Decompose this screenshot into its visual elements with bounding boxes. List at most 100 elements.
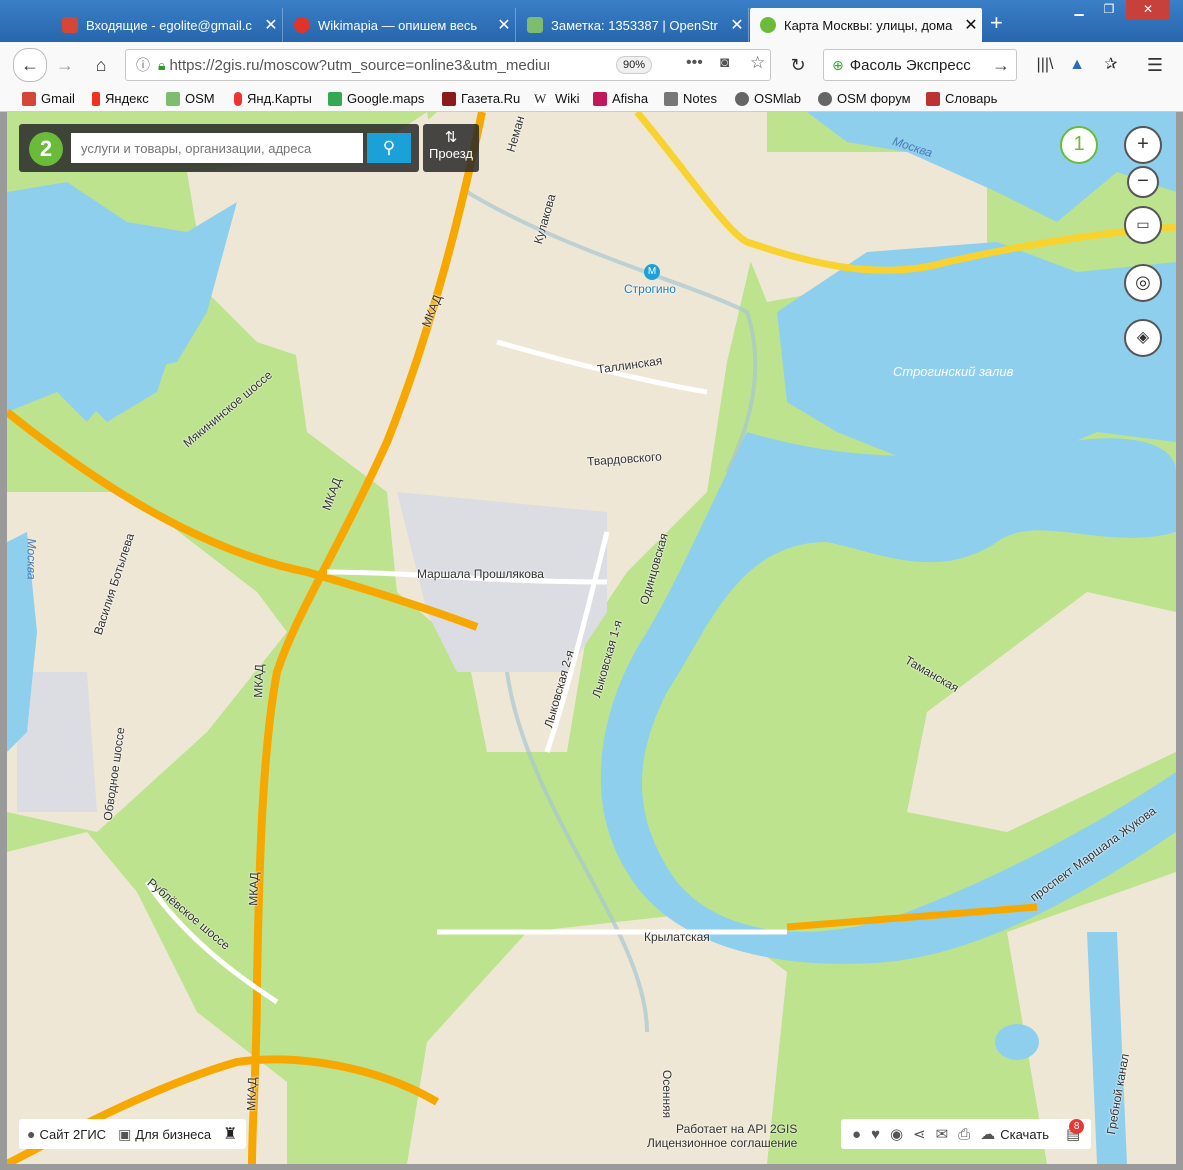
bookmark-yandex[interactable]: Яндекс [92, 91, 149, 106]
label-osennyaya: Осенняя [660, 1069, 675, 1119]
minimize-button[interactable]: ▁ [1064, 0, 1094, 20]
globe-icon [818, 91, 832, 106]
download-icon[interactable]: ☁ [980, 1125, 995, 1143]
2gis-icon [760, 17, 776, 33]
share-star-icon[interactable]: ✰ [1096, 50, 1126, 80]
bookmark-google-maps[interactable]: Google.maps [328, 91, 424, 106]
label-strogino-bay: Строгинский залив [893, 364, 1014, 379]
close-icon[interactable]: ✕ [493, 15, 515, 35]
map-canvas[interactable]: Москва Москва Строгино М Строгинский зал… [7, 112, 1176, 1164]
reload-button[interactable]: ↻ [783, 50, 813, 80]
route-label: Проезд [428, 146, 473, 161]
site-2gis-link[interactable]: ● Сайт 2ГИС [27, 1126, 106, 1142]
maximize-button[interactable]: ❐ [1094, 0, 1124, 20]
bookmark-osm[interactable]: OSM [166, 91, 215, 106]
route-button[interactable]: ⇅ Проезд [423, 124, 479, 172]
business-link[interactable]: ▣ Для бизнеса [118, 1126, 211, 1143]
tab-2gis[interactable]: Карта Москвы: улицы, дома ✕ [750, 8, 982, 42]
briefcase-icon: ▣ [118, 1125, 132, 1142]
notifications-icon[interactable]: ▤ 8 [1066, 1119, 1085, 1143]
info-icon[interactable]: ⓘ [136, 55, 150, 75]
map-search-panel: 2 ⚲ [19, 124, 419, 172]
search-engine-icon: ⊕ [832, 56, 844, 73]
gmail-icon [62, 17, 78, 33]
close-icon[interactable]: ✕ [726, 15, 748, 35]
tab-wikimapia[interactable]: Wikimapia — опишем весь ✕ [284, 8, 516, 42]
bookmark-wiki[interactable]: W Wiki [534, 91, 580, 106]
search-value[interactable]: Фасоль Экспресс [850, 57, 971, 74]
label-mkad-4: МКАД [246, 872, 262, 906]
star-icon[interactable]: ☆ [750, 53, 765, 73]
search-icon[interactable]: ⚲ [367, 133, 411, 163]
share-icon[interactable]: ⋖ [913, 1125, 926, 1143]
gmail-icon [22, 91, 36, 106]
bookmark-notes[interactable]: Notes [664, 91, 717, 106]
kremlin-icon[interactable]: ♜ [223, 1124, 237, 1144]
menu-icon[interactable]: ☰ [1140, 50, 1170, 80]
bookmark-yandex-maps[interactable]: Янд.Карты [234, 91, 312, 106]
osm-icon [166, 91, 180, 106]
home-button[interactable]: ⌂ [86, 50, 116, 80]
route-icon: ⇅ [444, 129, 458, 146]
bookmark-afisha[interactable]: Afisha [593, 91, 648, 106]
label-metro-strogino[interactable]: Строгино [624, 282, 676, 296]
tab-title: Карта Москвы: улицы, дома [784, 17, 953, 33]
bookmark-osmlab[interactable]: OSMlab [735, 91, 801, 106]
more-icon[interactable]: ••• [686, 54, 703, 72]
2gis-logo[interactable]: 2 [29, 132, 63, 166]
bookmark-dictionary[interactable]: Словарь [926, 91, 997, 106]
user-icon[interactable]: ● [852, 1126, 861, 1143]
credit: Работает на API 2GIS Лицензионное соглаш… [647, 1122, 797, 1150]
mail-icon[interactable]: ✉ [936, 1125, 949, 1143]
locate-icon[interactable]: ◎ [1124, 264, 1162, 302]
extension-icon[interactable]: ▲ [1062, 50, 1092, 80]
search-go-icon[interactable]: → [992, 55, 1010, 76]
window-close-button[interactable]: ✕ [1126, 0, 1170, 20]
search-bar[interactable]: ⊕ Фасоль Экспресс → [823, 49, 1017, 81]
label-mkad-5: МКАД [244, 1077, 260, 1111]
bookmark-gmail[interactable]: Gmail [22, 91, 75, 106]
license-link[interactable]: Лицензионное соглашение [647, 1136, 797, 1150]
bookmark-osm-forum[interactable]: OSM форум [818, 91, 911, 106]
zoom-out-button[interactable]: − [1127, 166, 1159, 198]
back-button[interactable]: ← [13, 48, 47, 82]
bookmark-label: OSM форум [837, 91, 911, 106]
zoom-in-button[interactable]: + [1124, 126, 1162, 164]
pin-icon [234, 91, 242, 106]
download-label[interactable]: Скачать [1000, 1127, 1049, 1142]
url-text[interactable]: https://2gis.ru/moscow?utm_source=online… [169, 57, 549, 74]
bookmark-gazeta[interactable]: Газета.Ru [442, 91, 520, 106]
bookmark-label: OSMlab [754, 91, 801, 106]
close-icon[interactable]: ✕ [260, 15, 282, 35]
bookmark-label: Afisha [612, 91, 649, 106]
notification-badge: 8 [1069, 1119, 1085, 1134]
tab-bar: Входящие - egolite@gmail.c ✕ Wikimapia —… [0, 0, 1183, 42]
tab-osm-note[interactable]: Заметка: 1353387 | OpenStr ✕ [517, 8, 749, 42]
business-label: Для бизнеса [135, 1126, 212, 1142]
print-icon[interactable]: ⎙ [958, 1126, 970, 1143]
bottom-left-bar: ● Сайт 2ГИС ▣ Для бизнеса ♜ [19, 1119, 246, 1149]
floor-button[interactable]: 1 [1060, 126, 1098, 164]
bottom-right-bar: ● ♥ ◉ ⋖ ✉ ⎙ ☁ Скачать ▤ 8 [841, 1119, 1092, 1149]
ruler-icon[interactable]: ▭ [1124, 206, 1162, 244]
heart-icon[interactable]: ♥ [871, 1126, 880, 1143]
pocket-icon[interactable]: ◙ [720, 54, 729, 71]
api-credit[interactable]: Работает на API 2GIS [647, 1122, 797, 1136]
bookmark-label: OSM [185, 91, 215, 106]
tab-title: Wikimapia — опишем весь [318, 17, 478, 33]
tab-gmail[interactable]: Входящие - egolite@gmail.c ✕ [52, 8, 283, 42]
water-strogino-bay [777, 242, 1176, 472]
close-icon[interactable]: ✕ [960, 15, 982, 35]
layers-icon[interactable]: ◈ [1124, 319, 1162, 357]
afisha-icon [593, 91, 607, 106]
wikimapia-icon [294, 17, 310, 33]
forward-button[interactable]: → [50, 50, 80, 80]
url-bar[interactable]: ⓘ 🔒︎ https://2gis.ru/moscow?utm_source=o… [125, 49, 771, 81]
library-icon[interactable]: |||\ [1030, 50, 1060, 80]
yandex-icon [92, 91, 100, 106]
zoom-badge[interactable]: 90% [616, 56, 653, 74]
lock-icon: 🔒︎ [158, 56, 166, 73]
comment-icon[interactable]: ◉ [890, 1125, 903, 1143]
map-search-input[interactable] [71, 133, 363, 163]
new-tab-button[interactable]: + [990, 10, 1003, 36]
